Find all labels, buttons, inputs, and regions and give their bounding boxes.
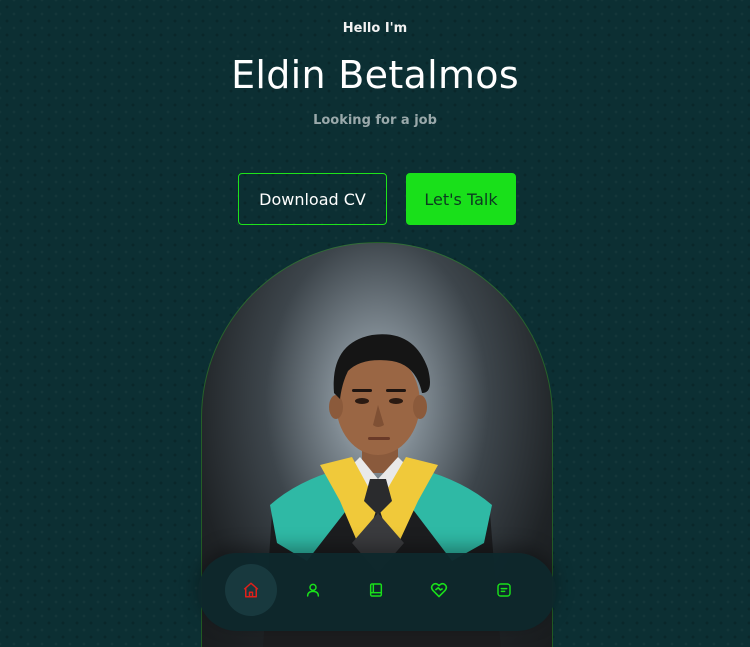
home-icon [243,582,259,598]
user-icon [306,583,320,597]
download-cv-label: Download CV [259,189,366,209]
subtitle-text: Looking for a job [313,113,437,128]
person-name: Eldin Betalmos [231,53,519,97]
nav-resume-button[interactable] [350,564,402,616]
download-cv-button[interactable]: Download CV [238,173,387,225]
nav-services-button[interactable] [413,564,465,616]
message-icon [497,583,511,597]
lets-talk-label: Let's Talk [424,189,498,209]
nav-contact-button[interactable] [478,564,530,616]
hero-section: Hello I'm Eldin Betalmos Looking for a j… [0,0,750,647]
lets-talk-button[interactable]: Let's Talk [406,173,516,225]
book-icon [369,583,383,597]
nav-home-button[interactable] [225,564,277,616]
nav-about-button[interactable] [287,564,339,616]
heart-handshake-icon [430,582,448,598]
greeting-text: Hello I'm [342,21,408,36]
bottom-nav-bar [198,553,556,631]
